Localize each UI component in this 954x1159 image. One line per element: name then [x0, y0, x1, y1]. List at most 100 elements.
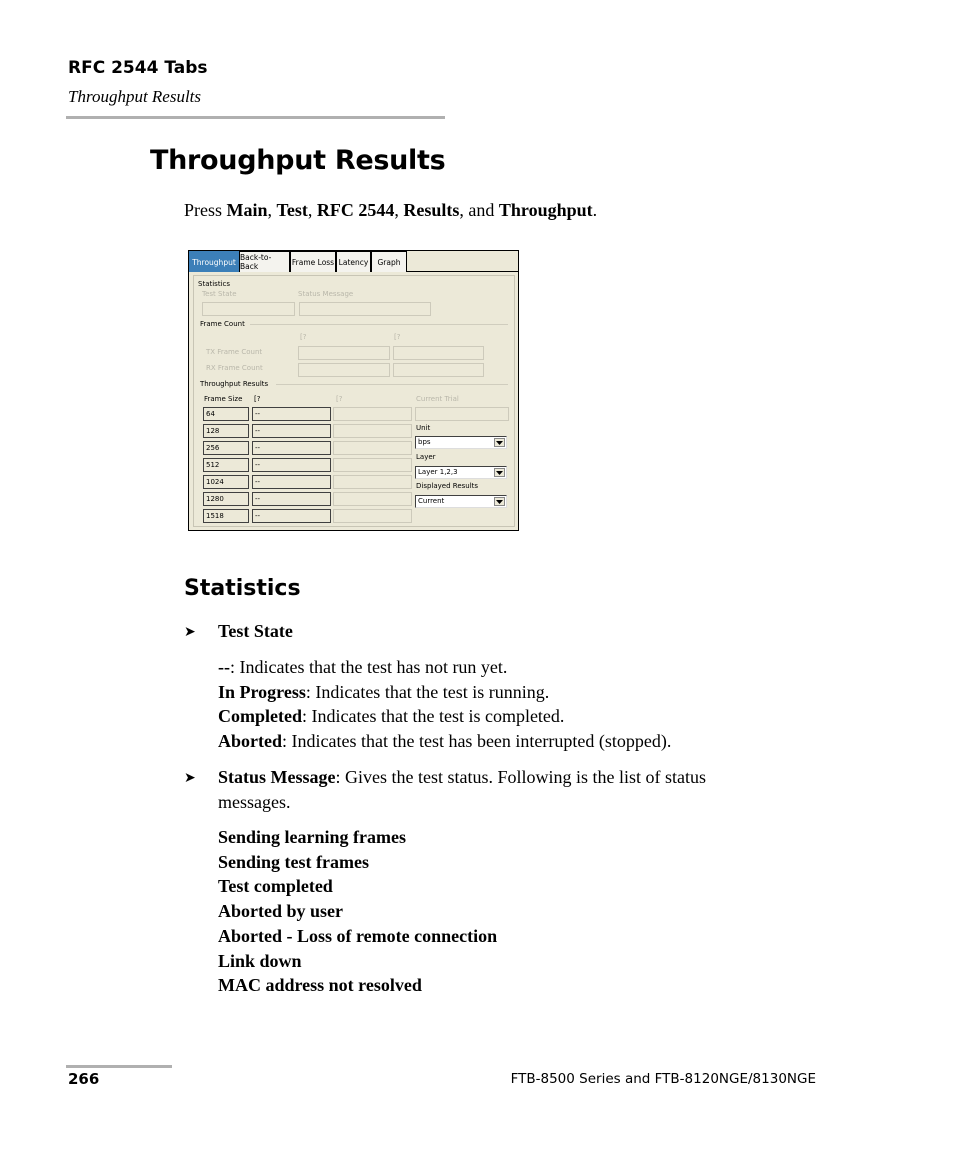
tab-strip-divider: [407, 271, 519, 272]
tab-graph[interactable]: Graph: [371, 251, 407, 272]
instruction-text: Press Main, Test, RFC 2544, Results, and…: [184, 200, 597, 221]
current-trial-label: Current Trial: [416, 395, 459, 403]
step-main: Main: [226, 200, 268, 220]
definition-term: In Progress: [218, 681, 306, 702]
unit-select-value: bps: [418, 438, 431, 446]
frame-count-col2-header: [?: [394, 333, 401, 341]
frame-count-group-label: Frame Count: [200, 320, 245, 328]
status-message-item: Sending learning frames: [218, 827, 407, 847]
throughput-col2-header: [?: [336, 395, 343, 403]
rx-frame-count-label: RX Frame Count: [206, 364, 263, 372]
status-message-description: Status Message: Gives the test status. F…: [218, 765, 818, 814]
throughput-value-cell-2: [333, 441, 412, 455]
status-message-item: Sending test frames: [218, 851, 369, 872]
throughput-value-cell: --: [252, 407, 331, 421]
frame-count-col1-header: [?: [300, 333, 307, 341]
page-number: 266: [68, 1070, 100, 1088]
throughput-value-cell: --: [252, 424, 331, 438]
test-state-definition: Completed: Indicates that the test is co…: [218, 704, 818, 729]
frame-size-cell: 1518: [203, 509, 249, 523]
throughput-value-cell-2: [333, 509, 412, 523]
step-throughput: Throughput: [498, 200, 593, 220]
displayed-results-select[interactable]: Current: [415, 495, 507, 508]
tx-frame-count-label: TX Frame Count: [206, 348, 263, 356]
chevron-down-icon[interactable]: [494, 468, 505, 477]
layer-select-value: Layer 1,2,3: [418, 468, 458, 476]
definition-term: Aborted: [218, 731, 282, 752]
page-title: Throughput Results: [150, 145, 446, 176]
separator: ,: [307, 200, 317, 220]
status-message-item: Aborted - Loss of remote connection: [218, 925, 498, 946]
arrow-bullet-icon: ➤: [184, 771, 196, 786]
test-state-term: Test State: [218, 619, 293, 644]
unit-select[interactable]: bps: [415, 436, 507, 449]
tab-frame-loss[interactable]: Frame Loss: [290, 251, 336, 272]
frame-size-cell: 64: [203, 407, 249, 421]
definition-text: : Indicates that the test is running.: [305, 681, 550, 702]
throughput-value-cell-2: [333, 407, 412, 421]
throughput-value-cell: --: [252, 475, 331, 489]
status-message-item: MAC address not resolved: [218, 975, 422, 996]
throughput-value-cell: --: [252, 509, 331, 523]
step-rfc2544: RFC 2544: [316, 200, 395, 220]
throughput-value-cell: --: [252, 458, 331, 472]
step-results: Results: [403, 200, 460, 220]
throughput-value-cell-2: [333, 475, 412, 489]
running-header-section: Throughput Results: [68, 87, 202, 106]
test-state-term-text: Test State: [218, 621, 293, 641]
arrow-bullet-icon: ➤: [184, 625, 196, 640]
test-state-definition: Aborted: Indicates that the test has bee…: [218, 729, 818, 754]
status-message-term: Status Message: [218, 767, 336, 787]
status-message-text: : Gives the test status. Following is th…: [335, 767, 707, 787]
statistics-group-label: Statistics: [198, 280, 230, 288]
definition-term: --: [218, 657, 230, 677]
current-trial-field: [415, 407, 509, 421]
throughput-value-cell-2: [333, 424, 412, 438]
frame-size-cell: 1024: [203, 475, 249, 489]
layer-label: Layer: [416, 453, 436, 461]
throughput-value-cell-2: [333, 492, 412, 506]
frame-size-cell: 128: [203, 424, 249, 438]
test-state-definitions: --: Indicates that the test has not run …: [218, 655, 818, 754]
throughput-results-screenshot: Throughput Back-to-Back Frame Loss Laten…: [188, 250, 519, 531]
section-title-statistics: Statistics: [184, 576, 301, 601]
definition-text: : Indicates that the test has not run ye…: [230, 657, 508, 677]
test-state-field: [202, 302, 295, 316]
status-message-list: Sending learning frames Sending test fram…: [218, 825, 818, 998]
tx-frame-count-field-2: [393, 346, 484, 360]
frame-count-divider: [250, 324, 508, 325]
instruction-suffix: .: [592, 200, 598, 220]
separator: ,: [267, 200, 277, 220]
status-message-text-cont: messages.: [218, 791, 291, 812]
throughput-value-cell: --: [252, 441, 331, 455]
throughput-col1-header: [?: [254, 395, 261, 403]
throughput-results-group-label: Throughput Results: [200, 380, 269, 388]
results-panel: Statistics Test State Status Message Fra…: [193, 275, 515, 527]
status-message-item: Link down: [218, 950, 302, 971]
test-state-definition: --: Indicates that the test has not run …: [218, 655, 818, 680]
frame-size-header: Frame Size: [204, 395, 243, 403]
test-state-label: Test State: [202, 290, 237, 298]
footer-product-name: FTB-8500 Series and FTB-8120NGE/8130NGE: [510, 1071, 816, 1087]
definition-text: : Indicates that the test has been inter…: [282, 731, 672, 752]
step-test: Test: [276, 200, 308, 220]
status-message-field: [299, 302, 431, 316]
layer-select[interactable]: Layer 1,2,3: [415, 466, 507, 479]
definition-text: : Indicates that the test is completed.: [302, 706, 565, 727]
chevron-down-icon[interactable]: [494, 497, 505, 506]
rx-frame-count-field-2: [393, 363, 484, 377]
tab-bar: Throughput Back-to-Back Frame Loss Laten…: [189, 251, 519, 272]
separator: , and: [459, 200, 499, 220]
tx-frame-count-field-1: [298, 346, 390, 360]
displayed-results-select-value: Current: [418, 497, 445, 505]
unit-label: Unit: [416, 424, 431, 432]
tab-latency[interactable]: Latency: [336, 251, 371, 272]
frame-size-cell: 256: [203, 441, 249, 455]
chevron-down-icon[interactable]: [494, 438, 505, 447]
status-message-item: Aborted by user: [218, 901, 343, 922]
rx-frame-count-field-1: [298, 363, 390, 377]
tab-throughput[interactable]: Throughput: [189, 251, 239, 272]
tab-back-to-back[interactable]: Back-to-Back: [239, 251, 290, 272]
displayed-results-label: Displayed Results: [416, 482, 479, 490]
definition-term: Completed: [218, 706, 302, 727]
